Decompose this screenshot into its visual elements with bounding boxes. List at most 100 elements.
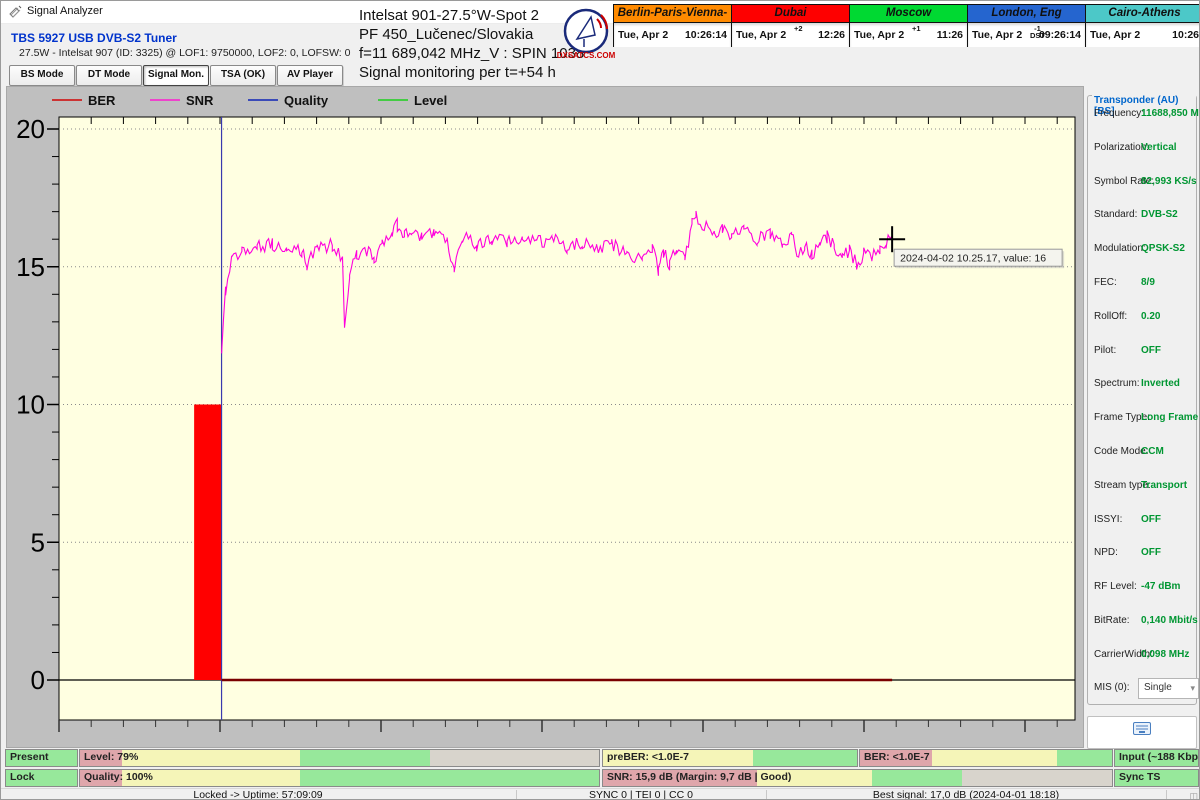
satellite-name: Intelsat 901-27.5°W-Spot 2 <box>359 7 539 24</box>
dxsatcs-logo: DXSATCS.COM <box>557 5 615 63</box>
transponder-row: ISSYI:OFF <box>1094 514 1194 525</box>
clock-london-eng: London, EngTue, Apr 2-1DST09:26:14 <box>967 4 1086 47</box>
status-sync-counters: SYNC 0 | TEI 0 | CC 0 <box>589 789 693 800</box>
monitoring-line: Signal monitoring per t=+54 h <box>359 64 556 81</box>
indicator-preber: preBER: <1.0E-7 <box>602 749 858 767</box>
clock-time: 11:26 <box>937 29 963 41</box>
resize-grip[interactable]: ◫ <box>1189 791 1197 800</box>
clock-dubai: Dubai Tue, Apr 2 +2 12:26 <box>731 4 850 47</box>
clock-cairo-athens: Cairo-Athens Tue, Apr 2 10:26 <box>1085 4 1200 47</box>
world-clocks: Berlin-Paris-Vienna-Roma Tue, Apr 2 10:26:… <box>613 4 1200 47</box>
tab-av-player[interactable]: AV Player <box>277 65 343 86</box>
status-lock-uptime: Locked -> Uptime: 57:09:09 <box>193 789 322 800</box>
clock-berlin-paris-vienna-roma: Berlin-Paris-Vienna-Roma Tue, Apr 2 10:26:… <box>613 4 732 47</box>
indicator-label: SNR: 15,9 dB (Margin: 9,7 dB | Good) <box>607 771 791 783</box>
clock-city: Moscow <box>850 5 967 23</box>
transponder-row: Symbol Rate:82,993 KS/s <box>1094 176 1194 187</box>
status-bar: Locked -> Uptime: 57:09:09 SYNC 0 | TEI … <box>1 788 1199 800</box>
site-name: PF 450_Lučenec/Slovakia <box>359 26 533 43</box>
clock-time: 10:26 <box>1172 29 1199 41</box>
y-axis-label: 0 <box>31 665 45 695</box>
transponder-row: Pilot:OFF <box>1094 345 1194 356</box>
clock-city: Dubai <box>732 5 849 23</box>
logo-text: DXSATCS.COM <box>557 51 615 60</box>
lock-event-bar <box>194 405 221 681</box>
indicator-input-188-kbps-: Input (~188 Kbps) <box>1114 749 1199 767</box>
transponder-panel: Transponder (AU) [BS] Frequency:11688,85… <box>1087 89 1197 744</box>
mis-value: Single <box>1144 682 1172 693</box>
transponder-row: Frequency:11688,850 MHz <box>1094 108 1194 119</box>
transponder-row: Polarization:Vertical <box>1094 142 1194 153</box>
y-axis-label: 5 <box>31 527 45 557</box>
clock-city: Berlin-Paris-Vienna-Roma <box>614 5 731 23</box>
mis-label: MIS (0): <box>1094 682 1130 693</box>
indicator-label: preBER: <1.0E-7 <box>607 751 689 763</box>
transponder-row: RF Level:-47 dBm <box>1094 581 1194 592</box>
indicator-lock: Lock <box>5 769 78 787</box>
clock-city: Cairo-Athens <box>1086 5 1200 23</box>
clock-moscow: Moscow Tue, Apr 2 +1 11:26 <box>849 4 968 47</box>
indicator-label: Input (~188 Kbps) <box>1119 751 1199 763</box>
tab-tsa-ok-[interactable]: TSA (OK) <box>210 65 276 86</box>
clock-offset: +2 <box>794 25 803 32</box>
y-axis-label: 20 <box>16 114 45 144</box>
app-icon <box>8 5 22 19</box>
transponder-row: Stream type:Transport <box>1094 480 1194 491</box>
legend-label-quality: Quality <box>284 93 329 108</box>
clock-date: Tue, Apr 2 <box>618 29 668 41</box>
signal-analyzer-window: Signal Analyzer TBS 5927 USB DVB-S2 Tune… <box>0 0 1200 800</box>
status-best-signal: Best signal: 17,0 dB (2024-04-01 18:18) <box>873 789 1059 800</box>
transponder-row: CarrierWidth:0,098 MHz <box>1094 649 1194 660</box>
clock-offset: +1 <box>912 25 921 32</box>
clock-date: Tue, Apr 2 <box>736 29 786 41</box>
window-title: Signal Analyzer <box>27 5 103 17</box>
clock-date: Tue, Apr 2 <box>972 29 1022 41</box>
tuner-title: TBS 5927 USB DVB-S2 Tuner <box>11 31 177 45</box>
chevron-down-icon: ▾ <box>1190 680 1195 697</box>
legend-label-ber: BER <box>88 93 116 108</box>
tab-dt-mode[interactable]: DT Mode <box>76 65 142 86</box>
transponder-row: Frame Type:Long Frame <box>1094 412 1194 423</box>
clock-date: Tue, Apr 2 <box>1090 29 1140 41</box>
indicator-sync-ts: Sync TS <box>1114 769 1199 787</box>
transponder-row: Standard:DVB-S2 <box>1094 209 1194 220</box>
signal-chart-panel[interactable]: 0 5 10 15 20 BER SNR Quality Level 2024-04-02 10.… <box>6 86 1084 748</box>
tab-signal-mon-[interactable]: Signal Mon. <box>143 65 209 86</box>
indicator-label: Quality: 100% <box>84 771 153 783</box>
frequency-line: f=11 689,042 MHz_V : SPIN 1038 <box>359 45 584 62</box>
indicator-present: Present <box>5 749 78 767</box>
indicator-label: Lock <box>10 771 35 783</box>
tab-bs-mode[interactable]: BS Mode <box>9 65 75 86</box>
constellation-button[interactable] <box>1087 716 1197 749</box>
indicator-label: Sync TS <box>1119 771 1160 783</box>
transponder-row: Code Mode:CCM <box>1094 446 1194 457</box>
tooltip-text: 2024-04-02 10.25.17, value: 16 <box>900 253 1046 265</box>
transponder-row: FEC:8/9 <box>1094 277 1194 288</box>
y-axis-label: 10 <box>16 390 45 420</box>
clock-date: Tue, Apr 2 <box>854 29 904 41</box>
clock-time: 12:26 <box>818 29 845 41</box>
signal-monitoring-chart[interactable]: 0 5 10 15 20 BER SNR Quality Level 2024-04-02 10.… <box>7 87 1081 745</box>
transponder-row: BitRate:0,140 Mbit/s <box>1094 615 1194 626</box>
legend-label-level: Level <box>414 93 447 108</box>
legend-label-snr: SNR <box>186 93 214 108</box>
transponder-row: Modulation:QPSK-S2 <box>1094 243 1194 254</box>
mis-dropdown[interactable]: Single ▾ <box>1138 678 1199 699</box>
clock-time: 10:26:14 <box>685 29 727 41</box>
y-axis-label: 15 <box>16 252 45 282</box>
transponder-row: NPD:OFF <box>1094 547 1194 558</box>
clock-city: London, Eng <box>968 5 1085 23</box>
tuner-subtitle: 27.5W - Intelsat 907 (ID: 3325) @ LOF1: … <box>19 47 350 59</box>
indicator-label: BER: <1.0E-7 <box>864 751 930 763</box>
indicator-label: Level: 79% <box>84 751 138 763</box>
mis-row: MIS (0): Single ▾ <box>1094 682 1194 693</box>
indicator-label: Present <box>10 751 49 763</box>
transponder-row: Spectrum:Inverted <box>1094 378 1194 389</box>
transponder-groupbox: Transponder (AU) [BS] Frequency:11688,85… <box>1087 95 1197 705</box>
transponder-row: RollOff:0.20 <box>1094 311 1194 322</box>
display-icon <box>1133 722 1151 735</box>
indicator-snr: SNR: 15,9 dB (Margin: 9,7 dB | Good) <box>602 769 1113 787</box>
clock-time: 09:26:14 <box>1039 29 1081 41</box>
indicator-quality: Quality: 100% <box>79 769 600 787</box>
indicator-ber: BER: <1.0E-7 <box>859 749 1113 767</box>
